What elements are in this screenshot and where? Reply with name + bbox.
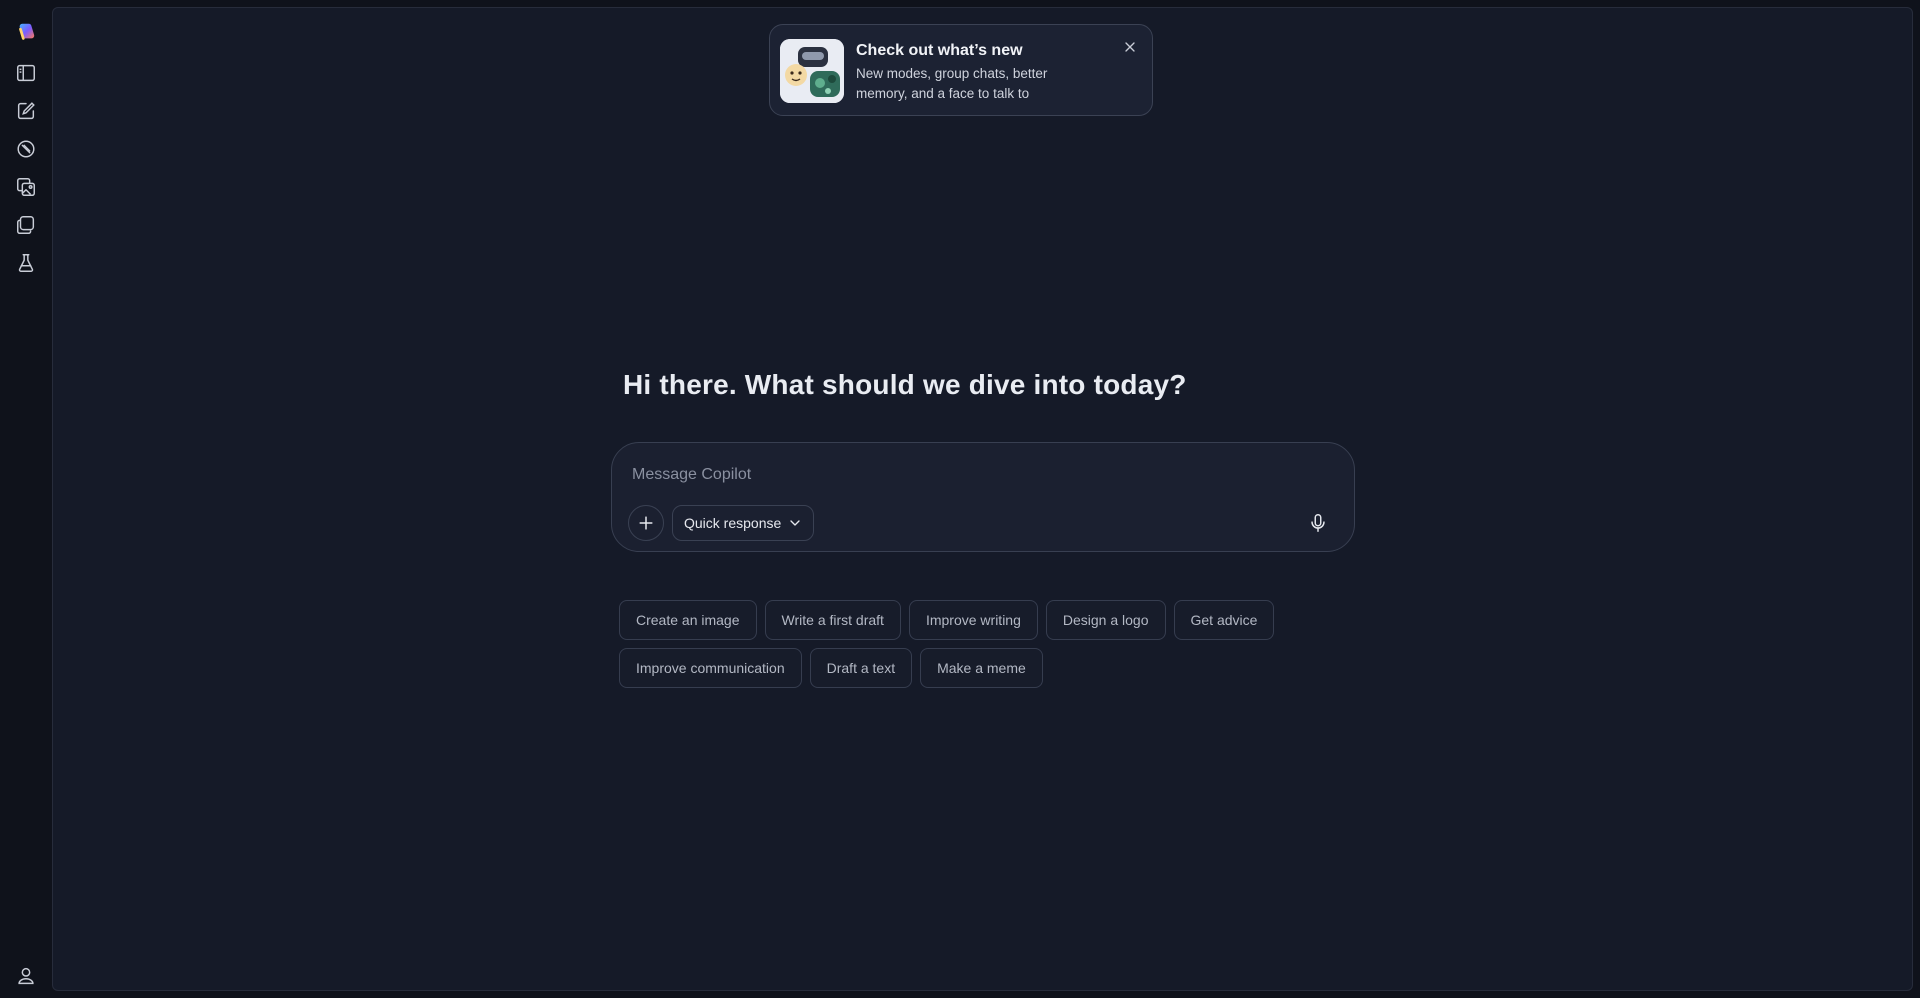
plus-icon xyxy=(639,516,653,530)
suggestion-get-advice[interactable]: Get advice xyxy=(1173,600,1275,640)
toast-title: Check out what’s new xyxy=(856,42,1023,59)
labs-icon[interactable] xyxy=(10,247,42,279)
whats-new-toast[interactable]: Check out what’s new New modes, group ch… xyxy=(769,24,1153,116)
message-input[interactable] xyxy=(632,463,1312,487)
microphone-button[interactable] xyxy=(1300,505,1336,541)
suggestion-make-meme[interactable]: Make a meme xyxy=(920,648,1043,688)
suggestion-improve-writing[interactable]: Improve writing xyxy=(908,600,1038,640)
pages-icon[interactable] xyxy=(10,209,42,241)
discover-icon[interactable] xyxy=(10,133,42,165)
response-mode-dropdown[interactable]: Quick response xyxy=(672,505,815,541)
suggestion-chips: Create an image Write a first draft Impr… xyxy=(619,600,1379,696)
image-gallery-icon[interactable] xyxy=(10,171,42,203)
composer: Quick response xyxy=(611,442,1355,552)
new-chat-icon[interactable] xyxy=(10,95,42,127)
suggestion-row-1: Create an image Write a first draft Impr… xyxy=(619,600,1379,640)
copilot-logo-icon[interactable] xyxy=(10,16,42,48)
sidebar-toggle-icon[interactable] xyxy=(10,57,42,89)
suggestion-draft-text[interactable]: Draft a text xyxy=(809,648,913,688)
microphone-icon xyxy=(1311,514,1325,532)
left-rail xyxy=(0,0,52,998)
response-mode-label: Quick response xyxy=(684,515,782,531)
chevron-down-icon xyxy=(790,520,800,526)
close-icon[interactable] xyxy=(1120,37,1140,57)
add-attachment-button[interactable] xyxy=(628,505,664,541)
suggestion-create-image[interactable]: Create an image xyxy=(619,600,757,640)
page-title: Hi there. What should we dive into today… xyxy=(623,369,1187,400)
whats-new-illustration xyxy=(780,39,844,103)
toast-body: New modes, group chats, better memory, a… xyxy=(856,66,1048,101)
suggestion-improve-communication[interactable]: Improve communication xyxy=(619,648,802,688)
suggestion-row-2: Improve communication Draft a text Make … xyxy=(619,648,1379,688)
main-panel: Check out what’s new New modes, group ch… xyxy=(52,7,1913,991)
user-profile-icon[interactable] xyxy=(10,960,42,992)
suggestion-design-logo[interactable]: Design a logo xyxy=(1045,600,1166,640)
suggestion-write-first-draft[interactable]: Write a first draft xyxy=(764,600,901,640)
